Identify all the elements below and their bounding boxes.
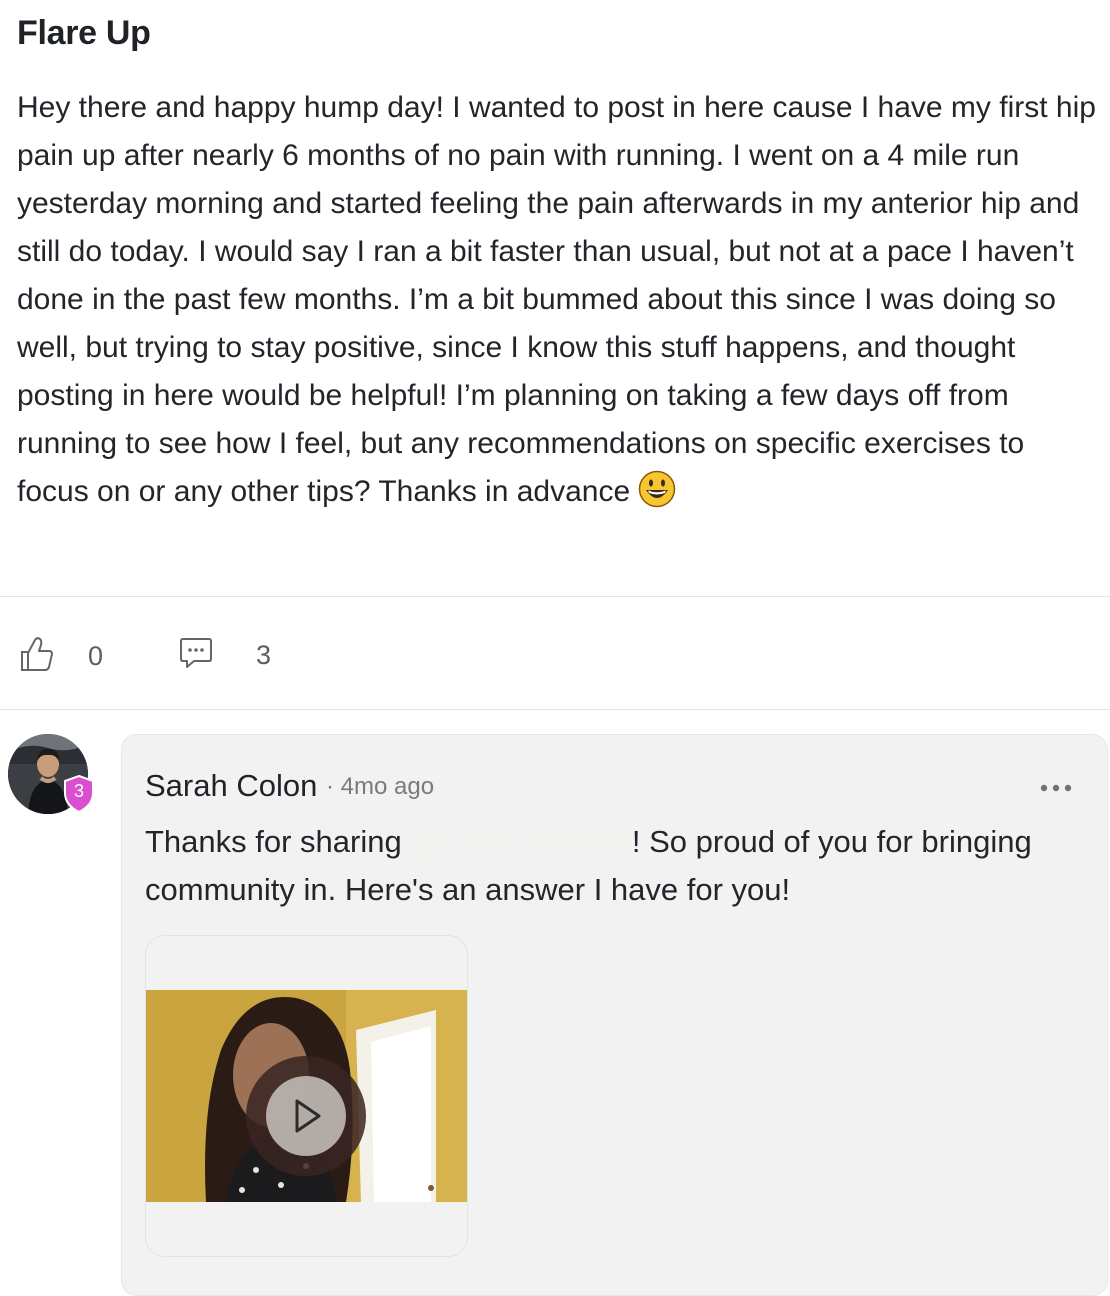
- like-button[interactable]: 0: [20, 636, 103, 677]
- comment-text: Thanks for sharing @Carly Wallace! So pr…: [145, 818, 1085, 914]
- comment-button[interactable]: 3: [179, 636, 271, 675]
- comment-timestamp: · 4mo ago: [326, 773, 435, 800]
- user-mention[interactable]: @Carly Wallace: [410, 824, 632, 859]
- post-title: Flare Up: [17, 14, 151, 52]
- play-button[interactable]: [246, 1056, 366, 1176]
- divider: [0, 596, 1110, 597]
- comment-icon: [179, 636, 213, 675]
- play-icon: [246, 1056, 366, 1176]
- level-badge: 3: [63, 774, 95, 814]
- post-body: Hey there and happy hump day! I wanted t…: [17, 84, 1097, 523]
- more-icon: [1040, 784, 1072, 792]
- divider: [0, 709, 1110, 710]
- video-attachment[interactable]: [145, 935, 468, 1257]
- grinning-face-emoji-icon: [638, 470, 676, 523]
- thumbs-up-icon: [20, 636, 54, 677]
- comment-count: 3: [256, 640, 272, 670]
- like-count: 0: [88, 641, 104, 671]
- level-number: 3: [73, 781, 84, 801]
- comment-author[interactable]: Sarah Colon: [145, 768, 317, 804]
- video-thumbnail: [146, 990, 467, 1202]
- comment-text-start: Thanks for sharing: [145, 824, 411, 859]
- more-options-button[interactable]: [1036, 776, 1076, 800]
- post-body-text: Hey there and happy hump day! I wanted t…: [17, 91, 1105, 508]
